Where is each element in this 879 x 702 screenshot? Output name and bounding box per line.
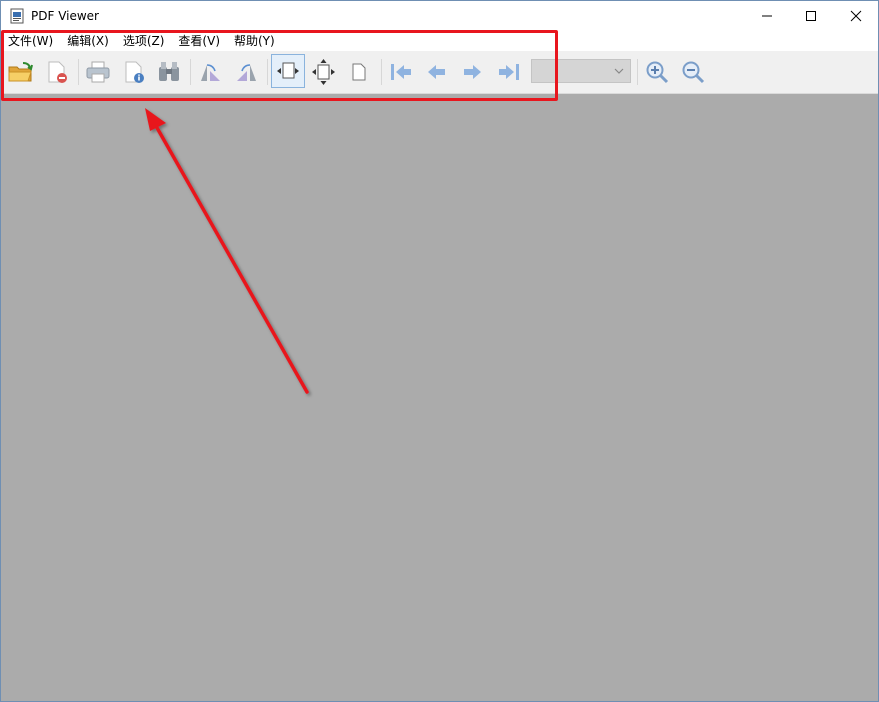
zoom-out-button[interactable]: [677, 56, 709, 88]
title-bar[interactable]: PDF Viewer: [1, 1, 878, 31]
zoom-out-icon: [682, 61, 705, 84]
app-window: PDF Viewer 文件(W) 编辑(X) 选项(Z) 查看(V) 帮助(Y): [0, 0, 879, 702]
window-title: PDF Viewer: [31, 9, 99, 23]
maximize-icon: [806, 11, 816, 21]
chevron-down-icon: [614, 68, 624, 74]
close-icon: [850, 10, 862, 22]
minimize-button[interactable]: [744, 1, 790, 31]
toolbar-separator: [637, 59, 638, 85]
zoom-in-button[interactable]: [641, 56, 673, 88]
close-button[interactable]: [833, 1, 879, 31]
minimize-icon: [762, 15, 772, 17]
pdf-app-icon: [10, 8, 24, 24]
document-area[interactable]: [1, 94, 878, 701]
annotation-highlight-box: [1, 30, 558, 101]
zoom-in-icon: [646, 61, 669, 84]
maximize-button[interactable]: [788, 1, 834, 31]
